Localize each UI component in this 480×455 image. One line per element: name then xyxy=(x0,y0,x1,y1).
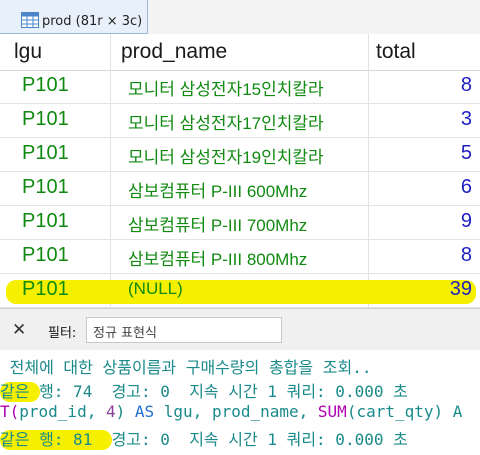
tab-prod-result[interactable]: prod (81r × 3c) xyxy=(0,0,148,34)
cell-total: 8 xyxy=(460,244,472,266)
cell-total: 39 xyxy=(449,278,472,300)
cell-total: 5 xyxy=(460,142,472,164)
log-line: 전체에 대한 상품이름과 구매수량의 총합을 조회.. xyxy=(0,358,372,377)
filter-label: 필터: xyxy=(48,326,77,341)
sql-token: (cart_qty) A xyxy=(346,402,463,421)
cell-lgu: P101 xyxy=(22,176,69,198)
cell-prod-name: 모니터 삼성전자17인치칼라 xyxy=(128,114,324,133)
sql-token: AS xyxy=(134,402,155,421)
cell-total: 8 xyxy=(460,74,472,96)
grid-header: lgu prod_name total xyxy=(0,34,480,71)
log-line-sql: T(prod_id, 4) AS lgu, prod_name, SUM(car… xyxy=(0,402,462,421)
cell-total: 9 xyxy=(460,210,472,232)
cell-prod-name: 모니터 삼성전자19인치칼라 xyxy=(128,148,324,167)
query-log: 전체에 대한 상품이름과 구매수량의 총합을 조회.. 같은 행: 74 경고:… xyxy=(0,350,480,455)
cell-total: 3 xyxy=(460,108,472,130)
grid-table-icon xyxy=(21,12,39,28)
column-header-lgu[interactable]: lgu xyxy=(14,40,42,64)
table-row[interactable]: P101 삼보컴퓨터 P-III 700Mhz 9 xyxy=(0,206,480,240)
cell-lgu: P101 xyxy=(22,210,69,232)
filter-bar: ✕ 필터: 정규 표현식 xyxy=(0,308,480,351)
table-row[interactable]: P101 삼보컴퓨터 P-III 600Mhz 6 xyxy=(0,172,480,206)
filter-placeholder: 정규 표현식 xyxy=(93,326,157,341)
log-line: 같은 행: 74 경고: 0 지속 시간 1 쿼리: 0.000 초 xyxy=(0,382,408,401)
cell-prod-name: 삼보컴퓨터 P-III 700Mhz xyxy=(128,216,308,235)
cell-prod-name: 삼보컴퓨터 P-III 800Mhz xyxy=(128,250,308,269)
cell-lgu: P101 xyxy=(22,278,69,300)
highlighter-mark xyxy=(6,280,476,304)
cell-lgu: P101 xyxy=(22,244,69,266)
filter-input[interactable]: 정규 표현식 xyxy=(86,317,282,343)
cell-prod-name: 삼보컴퓨터 P-III 600Mhz xyxy=(128,182,308,201)
tab-label: prod (81r × 3c) xyxy=(42,14,143,29)
result-grid[interactable]: lgu prod_name total P101 모니터 삼성전자15인치칼라 … xyxy=(0,34,480,308)
cell-lgu: P101 xyxy=(22,108,69,130)
sql-token: prod_id, xyxy=(19,402,106,421)
cell-prod-name: (NULL) xyxy=(128,279,183,298)
column-header-prod-name[interactable]: prod_name xyxy=(121,40,227,64)
cell-prod-name: 모니터 삼성전자15인치칼라 xyxy=(128,80,324,99)
table-row[interactable]: P101 모니터 삼성전자19인치칼라 5 xyxy=(0,138,480,172)
sql-token: ) xyxy=(115,402,135,421)
close-icon[interactable]: ✕ xyxy=(12,320,26,340)
log-line: 같은 행: 81 경고: 0 지속 시간 1 쿼리: 0.000 초 xyxy=(0,430,408,449)
table-row[interactable]: P101 모니터 삼성전자17인치칼라 3 xyxy=(0,104,480,138)
cell-lgu: P101 xyxy=(22,142,69,164)
sql-token: 4 xyxy=(105,402,116,421)
table-row-rollup[interactable]: P101 (NULL) 39 xyxy=(0,274,480,308)
sql-token: SUM xyxy=(317,402,347,421)
cell-lgu: P101 xyxy=(22,74,69,96)
table-row[interactable]: P101 삼보컴퓨터 P-III 800Mhz 8 xyxy=(0,240,480,274)
sql-token: lgu, prod_name, xyxy=(154,402,318,421)
tab-bar: prod (81r × 3c) xyxy=(0,0,480,34)
column-header-total[interactable]: total xyxy=(376,40,416,64)
sql-token: T( xyxy=(0,402,20,421)
cell-total: 6 xyxy=(460,176,472,198)
table-row[interactable]: P101 모니터 삼성전자15인치칼라 8 xyxy=(0,70,480,104)
